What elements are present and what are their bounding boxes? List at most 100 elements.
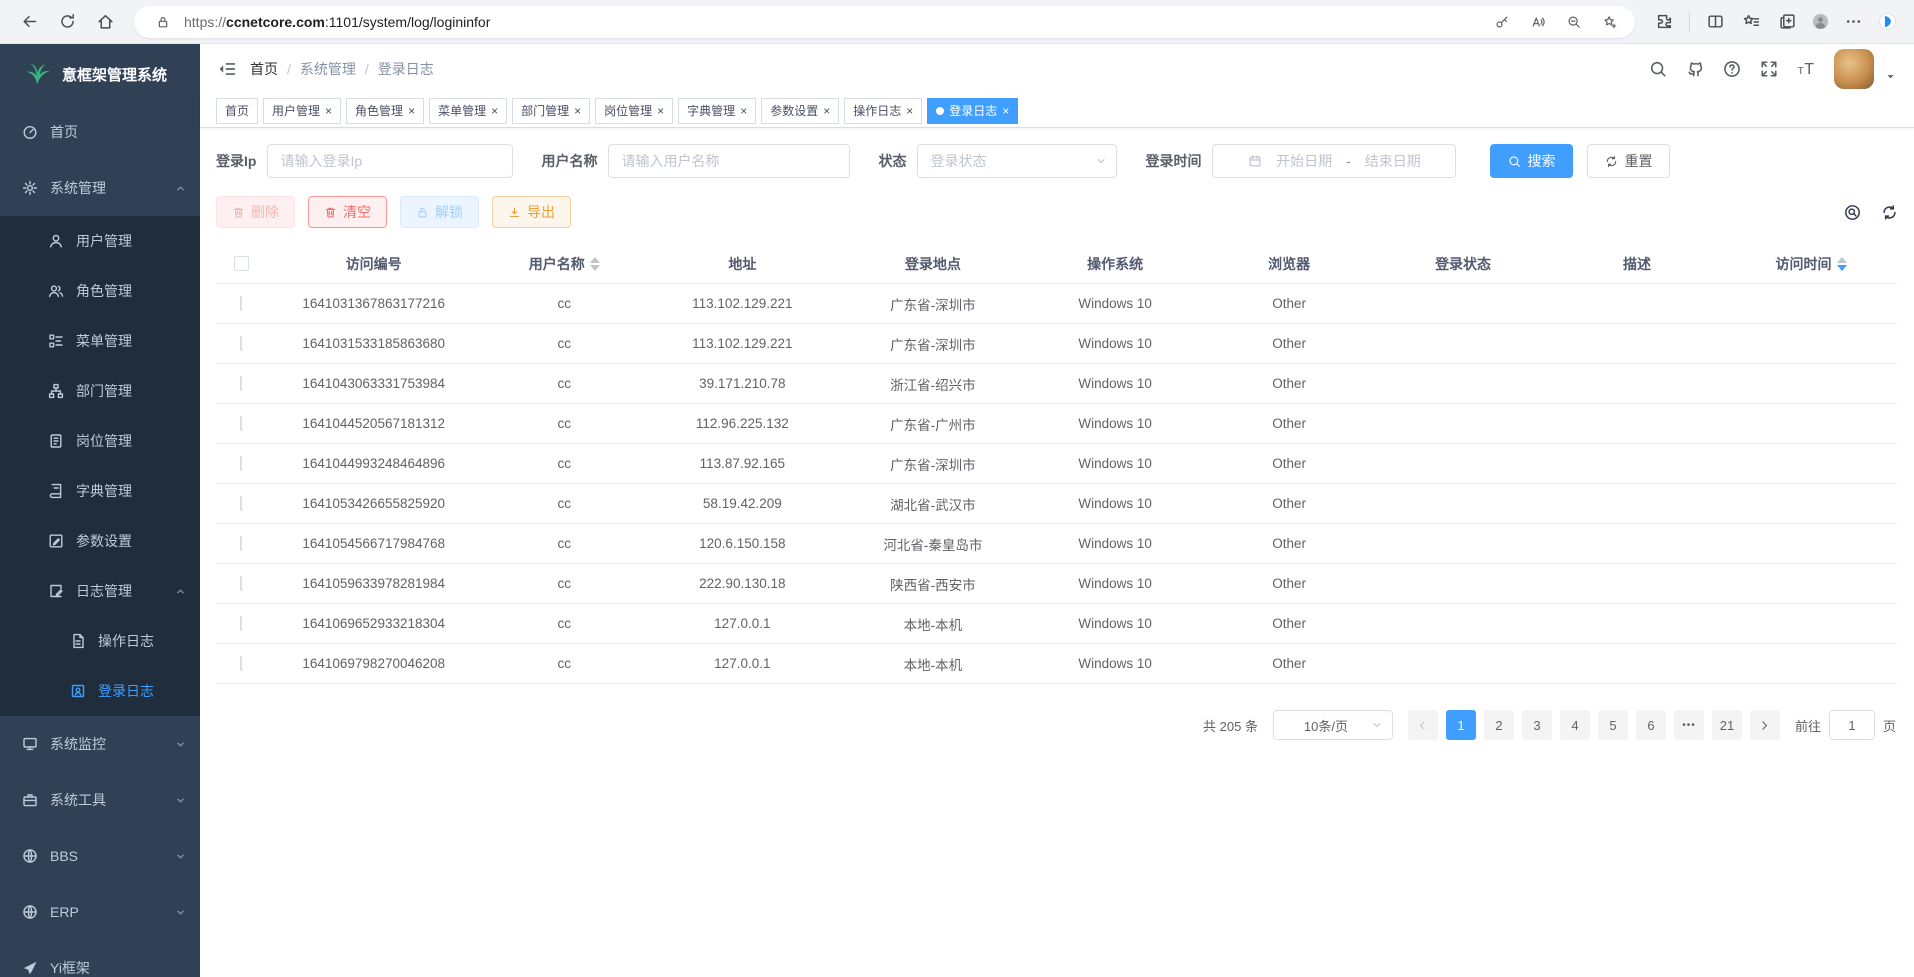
browser-profile-avatar[interactable] (1808, 10, 1832, 34)
browser-refresh-icon[interactable] (52, 7, 82, 37)
sidebar-item-12[interactable]: 系统监控 (0, 716, 200, 772)
split-screen-icon[interactable] (1700, 7, 1730, 37)
sidebar-item-9[interactable]: 日志管理 (0, 566, 200, 616)
col-header-user[interactable]: 用户名称 (481, 254, 647, 274)
sort-carets-icon[interactable] (590, 257, 600, 271)
tab-5[interactable]: 岗位管理× (595, 98, 673, 124)
clear-button[interactable]: 清空 (308, 196, 387, 228)
copilot-icon[interactable] (1874, 9, 1900, 35)
sidebar-item-8[interactable]: 参数设置 (0, 516, 200, 566)
table-row[interactable]: 1641059633978281984cc222.90.130.18陕西省-西安… (216, 564, 1898, 604)
tab-2[interactable]: 角色管理× (346, 98, 424, 124)
table-row[interactable]: 1641054566717984768cc120.6.150.158河北省-秦皇… (216, 524, 1898, 564)
sidebar-item-14[interactable]: BBS (0, 828, 200, 884)
row-checkbox[interactable] (240, 336, 242, 351)
table-row[interactable]: 1641069798270046208cc127.0.0.1本地-本机Windo… (216, 644, 1898, 684)
sidebar-item-7[interactable]: 字典管理 (0, 466, 200, 516)
close-tab-icon[interactable]: × (740, 105, 747, 117)
browser-back-icon[interactable] (14, 7, 44, 37)
login-ip-input[interactable] (267, 144, 513, 178)
fullscreen-icon[interactable] (1760, 60, 1778, 78)
sidebar-item-16[interactable]: Yi框架 (0, 940, 200, 977)
unlock-button[interactable]: 解锁 (400, 196, 479, 228)
reset-button[interactable]: 重置 (1587, 144, 1670, 178)
avatar-caret-icon[interactable] (1885, 71, 1896, 82)
browser-menu-icon[interactable] (1838, 7, 1868, 37)
row-checkbox[interactable] (240, 456, 242, 471)
page-button-21[interactable]: 21 (1712, 710, 1742, 740)
password-icon[interactable] (1487, 7, 1517, 37)
tab-3[interactable]: 菜单管理× (429, 98, 507, 124)
sidebar-item-5[interactable]: 部门管理 (0, 366, 200, 416)
row-checkbox[interactable] (240, 576, 242, 591)
read-aloud-icon[interactable] (1523, 7, 1553, 37)
page-size-select[interactable]: 10条/页 (1273, 710, 1393, 740)
search-button[interactable]: 搜索 (1490, 144, 1573, 178)
sidebar-item-2[interactable]: 用户管理 (0, 216, 200, 266)
toggle-search-icon[interactable] (1844, 204, 1861, 221)
sidebar-item-11[interactable]: 登录日志 (0, 666, 200, 716)
close-tab-icon[interactable]: × (823, 105, 830, 117)
sidebar-item-4[interactable]: 菜单管理 (0, 316, 200, 366)
row-checkbox[interactable] (240, 616, 242, 631)
row-checkbox[interactable] (240, 536, 242, 551)
tab-8[interactable]: 操作日志× (844, 98, 922, 124)
row-checkbox[interactable] (240, 416, 242, 431)
table-row[interactable]: 1641043063331753984cc39.171.210.78浙江省-绍兴… (216, 364, 1898, 404)
site-lock-icon[interactable] (148, 7, 178, 37)
sidebar-item-15[interactable]: ERP (0, 884, 200, 940)
close-tab-icon[interactable]: × (657, 105, 664, 117)
page-button-4[interactable]: 4 (1560, 710, 1590, 740)
breadcrumb-home[interactable]: 首页 (250, 59, 278, 79)
browser-home-icon[interactable] (90, 7, 120, 37)
row-checkbox[interactable] (240, 656, 242, 671)
page-button-5[interactable]: 5 (1598, 710, 1628, 740)
tab-7[interactable]: 参数设置× (761, 98, 839, 124)
delete-button[interactable]: 删除 (216, 196, 295, 228)
help-icon[interactable] (1723, 60, 1741, 78)
tab-1[interactable]: 用户管理× (263, 98, 341, 124)
status-select[interactable]: 登录状态 (917, 144, 1117, 178)
breadcrumb-system[interactable]: 系统管理 (300, 59, 356, 79)
export-button[interactable]: 导出 (492, 196, 571, 228)
font-size-icon[interactable]: TT (1797, 60, 1815, 78)
table-row[interactable]: 1641044993248464896cc113.87.92.165广东省-深圳… (216, 444, 1898, 484)
col-header-time[interactable]: 访问时间 (1724, 254, 1898, 274)
sidebar-item-13[interactable]: 系统工具 (0, 772, 200, 828)
select-all-checkbox[interactable] (234, 256, 249, 271)
row-checkbox[interactable] (240, 296, 242, 311)
table-row[interactable]: 1641044520567181312cc112.96.225.132广东省-广… (216, 404, 1898, 444)
sort-carets-icon[interactable] (1837, 257, 1847, 271)
address-bar[interactable]: https://ccnetcore.com:1101/system/log/lo… (134, 6, 1635, 38)
sidebar-item-3[interactable]: 角色管理 (0, 266, 200, 316)
zoom-out-icon[interactable] (1559, 7, 1589, 37)
username-input[interactable] (608, 144, 850, 178)
page-button-2[interactable]: 2 (1484, 710, 1514, 740)
page-button-1[interactable]: 1 (1446, 710, 1476, 740)
sidebar-item-1[interactable]: 系统管理 (0, 160, 200, 216)
page-button-3[interactable]: 3 (1522, 710, 1552, 740)
user-avatar[interactable] (1834, 49, 1874, 89)
close-tab-icon[interactable]: × (906, 105, 913, 117)
table-row[interactable]: 1641053426655825920cc58.19.42.209湖北省-武汉市… (216, 484, 1898, 524)
next-page-button[interactable] (1750, 710, 1780, 740)
sidebar-item-10[interactable]: 操作日志 (0, 616, 200, 666)
close-tab-icon[interactable]: × (491, 105, 498, 117)
page-button-6[interactable]: 6 (1636, 710, 1666, 740)
more-pages-button[interactable]: ••• (1674, 710, 1704, 740)
date-range-picker[interactable]: 开始日期 - 结束日期 (1212, 144, 1456, 178)
app-logo[interactable]: 意框架管理系统 (0, 44, 200, 104)
close-tab-icon[interactable]: × (325, 105, 332, 117)
table-row[interactable]: 1641031367863177216cc113.102.129.221广东省-… (216, 284, 1898, 324)
tab-4[interactable]: 部门管理× (512, 98, 590, 124)
table-row[interactable]: 1641031533185863680cc113.102.129.221广东省-… (216, 324, 1898, 364)
goto-page-input[interactable] (1829, 710, 1875, 740)
collections-icon[interactable] (1772, 7, 1802, 37)
tab-9[interactable]: 登录日志× (927, 98, 1018, 124)
row-checkbox[interactable] (240, 496, 242, 511)
sidebar-item-6[interactable]: 岗位管理 (0, 416, 200, 466)
close-tab-icon[interactable]: × (1002, 105, 1009, 117)
refresh-table-icon[interactable] (1881, 204, 1898, 221)
sidebar-item-0[interactable]: 首页 (0, 104, 200, 160)
table-row[interactable]: 1641069652933218304cc127.0.0.1本地-本机Windo… (216, 604, 1898, 644)
